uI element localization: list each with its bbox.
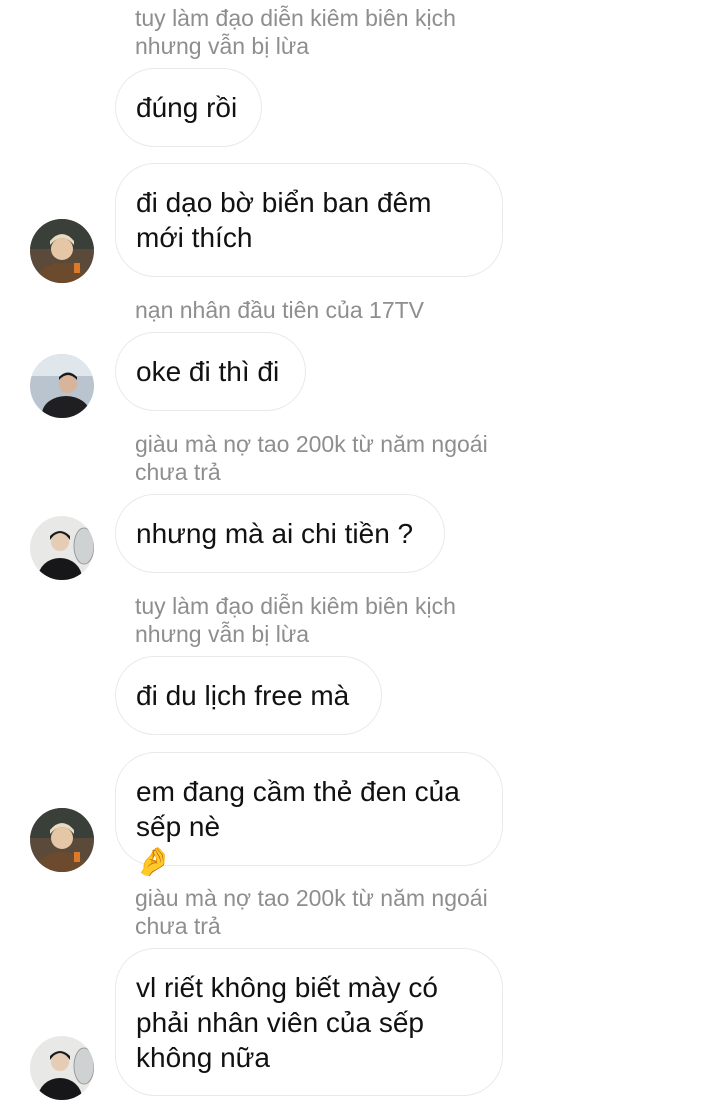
avatar[interactable] (30, 808, 94, 872)
sender-name: nạn nhân đầu tiên của 17TV (135, 297, 425, 323)
avatar[interactable] (30, 516, 94, 580)
message-text: đúng rồi (136, 92, 238, 123)
message-bubble[interactable]: em đang cầm thẻ đen của sếp nè 🤌 (115, 752, 503, 877)
message-bubble[interactable]: đúng rồi (115, 68, 262, 147)
avatar-dark-jacket-man-icon (30, 354, 94, 418)
message-bubble[interactable]: oke đi thì đi (115, 332, 306, 411)
avatar[interactable] (30, 1036, 94, 1100)
avatar-blonde-man-icon (30, 219, 94, 283)
avatar[interactable] (30, 354, 94, 418)
sender-name: tuy làm đạo diễn kiêm biên kịch nhưng vẫ… (135, 593, 456, 647)
message-bubble[interactable]: đi du lịch free mà (115, 656, 382, 735)
avatar-black-outfit-man-icon (30, 1036, 94, 1100)
avatar-black-outfit-man-icon (30, 516, 94, 580)
avatar-blonde-man-icon (30, 808, 94, 872)
sender-name: tuy làm đạo diễn kiêm biên kịch nhưng vẫ… (135, 5, 456, 59)
message-text: oke đi thì đi (136, 356, 280, 387)
message-text-content: em đang cầm thẻ đen của sếp nè (136, 776, 460, 842)
avatar[interactable] (30, 219, 94, 283)
sender-name: giàu mà nợ tao 200k từ năm ngoái chưa tr… (135, 431, 488, 485)
message-bubble[interactable]: vl riết không biết mày có phải nhân viên… (115, 948, 503, 1096)
message-text: đi dạo bờ biển ban đêm mới thích (136, 187, 432, 253)
message-text: nhưng mà ai chi tiền ? (136, 518, 414, 549)
message-text: em đang cầm thẻ đen của sếp nè 🤌 (136, 739, 460, 879)
message-text: đi du lịch free mà (136, 680, 350, 711)
message-bubble[interactable]: nhưng mà ai chi tiền ? (115, 494, 445, 573)
sender-name: giàu mà nợ tao 200k từ năm ngoái chưa tr… (135, 885, 488, 939)
pinched-fingers-emoji-icon: 🤌 (136, 846, 171, 877)
message-text: vl riết không biết mày có phải nhân viên… (136, 971, 438, 1073)
message-bubble[interactable]: đi dạo bờ biển ban đêm mới thích (115, 163, 503, 277)
